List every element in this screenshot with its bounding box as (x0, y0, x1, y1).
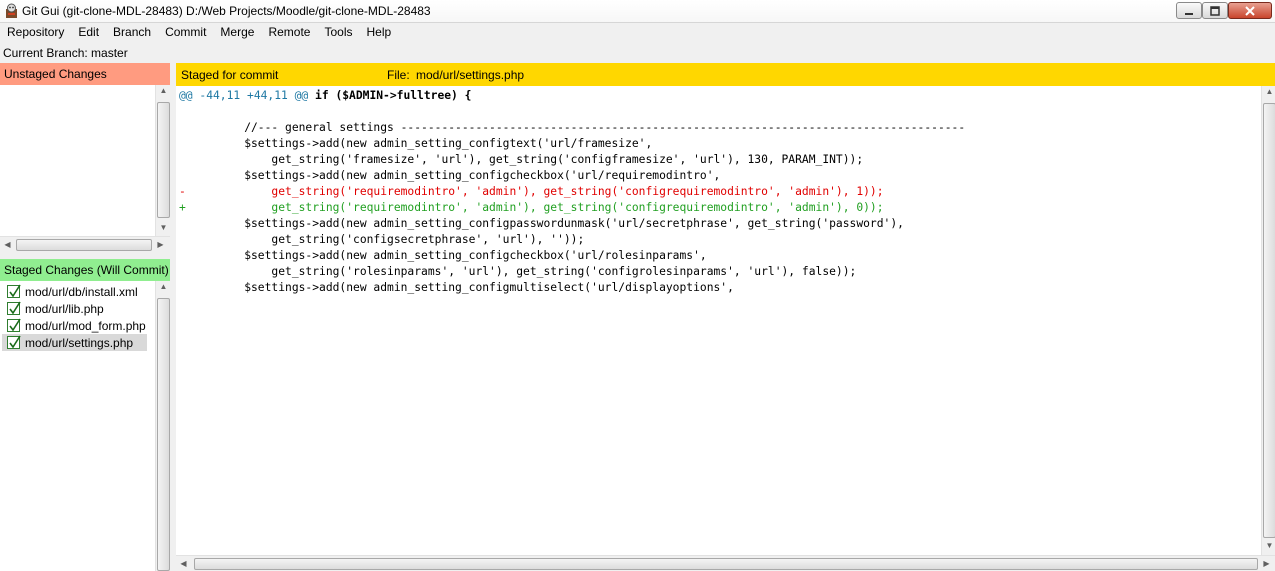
staged-file-item[interactable]: mod/url/lib.php (2, 300, 104, 317)
diff-line-context: get_string('configsecretphrase', 'url'),… (179, 232, 584, 248)
diff-line-context (179, 104, 217, 120)
diff-line-prefix (179, 152, 217, 168)
diff-status-label: Staged for commit (181, 68, 279, 82)
menu-edit[interactable]: Edit (71, 23, 106, 43)
staged-check-icon[interactable] (7, 284, 21, 298)
scroll-thumb[interactable] (157, 298, 170, 571)
scroll-thumb[interactable] (194, 558, 1258, 570)
staged-file-name: mod/url/db/install.xml (25, 284, 138, 299)
window-title: Git Gui (git-clone-MDL-28483) D:/Web Pro… (22, 4, 431, 18)
menu-help[interactable]: Help (359, 23, 398, 43)
diff-line-text: get_string('framesize', 'url'), get_stri… (217, 153, 864, 166)
minimize-button[interactable] (1176, 2, 1202, 19)
menu-repository[interactable]: Repository (0, 23, 71, 43)
hunk-range: @@ -44,11 +44,11 @@ (179, 89, 309, 102)
hunk-context: if ($ADMIN->fulltree) { (308, 89, 472, 102)
close-icon (1245, 5, 1255, 16)
staged-file-item[interactable]: mod/url/mod_form.php (2, 317, 146, 334)
diff-line-text: $settings->add(new admin_setting_configp… (217, 217, 904, 230)
diff-line-context: $settings->add(new admin_setting_configc… (179, 168, 720, 184)
staged-file-name: mod/url/settings.php (25, 335, 134, 350)
title-bar: Git Gui (git-clone-MDL-28483) D:/Web Pro… (0, 0, 1275, 23)
diff-line-context: $settings->add(new admin_setting_configc… (179, 248, 707, 264)
staged-check-icon[interactable] (7, 335, 21, 349)
staged-file-item[interactable]: mod/url/db/install.xml (2, 283, 138, 300)
scroll-down-icon[interactable]: ▼ (156, 223, 171, 232)
diff-vertical-scrollbar[interactable]: ▲ ▼ (1261, 86, 1275, 555)
diff-line-text: $settings->add(new admin_setting_configm… (217, 281, 734, 294)
diff-line-prefix (179, 136, 217, 152)
diff-horizontal-scrollbar[interactable]: ◀ ▶ (176, 555, 1275, 571)
scroll-up-icon[interactable]: ▲ (156, 282, 171, 291)
scroll-thumb[interactable] (16, 239, 152, 251)
scroll-left-icon[interactable]: ◀ (176, 559, 191, 568)
scroll-down-icon[interactable]: ▼ (1262, 541, 1275, 550)
diff-line-text: get_string('configsecretphrase', 'url'),… (217, 233, 585, 246)
staged-check-icon[interactable] (7, 318, 21, 332)
diff-line-prefix (179, 280, 217, 296)
scroll-thumb[interactable] (157, 102, 170, 218)
staged-changes-header: Staged Changes (Will Commit) (0, 259, 170, 281)
scroll-thumb[interactable] (1263, 103, 1275, 538)
diff-line-context: $settings->add(new admin_setting_configp… (179, 216, 904, 232)
diff-line-prefix (179, 232, 217, 248)
diff-line-prefix (179, 104, 217, 120)
diff-file-label: File: (387, 68, 410, 82)
diff-line-context: get_string('framesize', 'url'), get_stri… (179, 152, 863, 168)
scroll-left-icon[interactable]: ◀ (0, 240, 15, 249)
current-branch-label: Current Branch: master (3, 46, 128, 60)
diff-viewer[interactable]: @@ -44,11 +44,11 @@ if ($ADMIN->fulltree… (176, 86, 1275, 555)
maximize-icon (1210, 5, 1220, 16)
menu-bar: Repository Edit Branch Commit Merge Remo… (0, 23, 1275, 43)
diff-line-prefix (179, 120, 217, 136)
unstaged-vertical-scrollbar[interactable]: ▲ ▼ (155, 85, 170, 237)
diff-line-context: //--- general settings -----------------… (179, 120, 965, 136)
unstaged-changes-header: Unstaged Changes (0, 63, 170, 85)
diff-line-removed: - get_string('requiremodintro', 'admin')… (179, 184, 884, 200)
diff-line-prefix (179, 264, 217, 280)
staged-vertical-scrollbar[interactable]: ▲ (155, 281, 170, 571)
diff-line-text: //--- general settings -----------------… (217, 121, 966, 134)
diff-line-text: $settings->add(new admin_setting_configc… (217, 169, 721, 182)
diff-line-text: get_string('requiremodintro', 'admin'), … (217, 185, 884, 198)
diff-line-text: $settings->add(new admin_setting_configc… (217, 249, 707, 262)
diff-header: Staged for commit File: mod/url/settings… (176, 63, 1275, 86)
diff-line-text: $settings->add(new admin_setting_configt… (217, 137, 653, 150)
staged-check-icon[interactable] (7, 301, 21, 315)
diff-line-text: get_string('requiremodintro', 'admin'), … (217, 201, 884, 214)
staged-file-item-selected[interactable]: mod/url/settings.php (2, 334, 148, 351)
staged-file-name: mod/url/lib.php (25, 301, 104, 316)
diff-line-text: get_string('rolesinparams', 'url'), get_… (217, 265, 857, 278)
staged-file-list[interactable]: mod/url/db/install.xml mod/url/lib.php m… (0, 281, 170, 571)
diff-line-context: $settings->add(new admin_setting_configt… (179, 136, 652, 152)
diff-line-context: get_string('rolesinparams', 'url'), get_… (179, 264, 856, 280)
diff-line-prefix: + (179, 201, 186, 214)
diff-line-context: $settings->add(new admin_setting_configm… (179, 280, 734, 296)
close-button[interactable] (1228, 2, 1272, 19)
maximize-button[interactable] (1202, 2, 1228, 19)
unstaged-file-list[interactable]: ▲ ▼ ◀ ▶ (0, 85, 170, 253)
scroll-right-icon[interactable]: ▶ (1259, 559, 1274, 568)
minimize-icon (1185, 12, 1193, 15)
diff-line-prefix: - (179, 185, 186, 198)
menu-merge[interactable]: Merge (213, 23, 261, 43)
diff-file-path: mod/url/settings.php (416, 68, 525, 82)
diff-line-prefix (179, 168, 217, 184)
scroll-up-icon[interactable]: ▲ (156, 86, 171, 95)
diff-line-added: + get_string('requiremodintro', 'admin')… (179, 200, 884, 216)
git-gui-app-icon (6, 3, 17, 18)
diff-hunk-header: @@ -44,11 +44,11 @@ if ($ADMIN->fulltree… (179, 88, 471, 104)
unstaged-horizontal-scrollbar[interactable]: ◀ ▶ (0, 236, 170, 253)
menu-commit[interactable]: Commit (158, 23, 213, 43)
scroll-up-icon[interactable]: ▲ (1262, 87, 1275, 96)
menu-branch[interactable]: Branch (106, 23, 158, 43)
diff-line-prefix (179, 216, 217, 232)
menu-remote[interactable]: Remote (261, 23, 317, 43)
scroll-right-icon[interactable]: ▶ (153, 240, 168, 249)
diff-line-prefix (179, 248, 217, 264)
menu-tools[interactable]: Tools (317, 23, 359, 43)
staged-file-name: mod/url/mod_form.php (25, 318, 146, 333)
